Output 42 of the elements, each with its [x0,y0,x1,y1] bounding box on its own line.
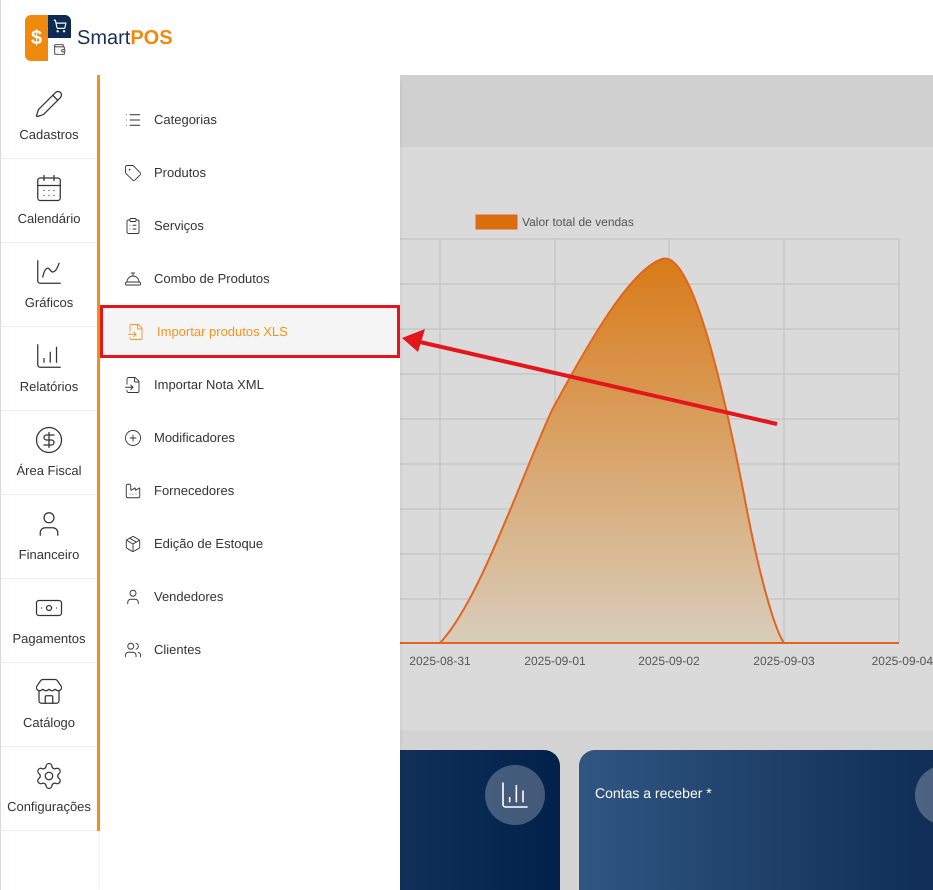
dollar-circle-icon [34,424,64,455]
submenu-item[interactable]: Categorias [100,93,400,146]
clipboard-icon [124,216,142,234]
submenu-item[interactable]: Importar Nota XML [100,358,400,411]
submenu-item[interactable]: Modificadores [100,411,400,464]
legend-label: Valor total de vendas [522,215,634,229]
bell-icon [124,270,142,288]
sidebar-item[interactable]: Calendário [1,159,97,243]
submenu-item[interactable]: Serviços [100,199,400,252]
axis-label: 2025-09-01 [524,654,586,668]
file-import-icon [124,376,142,394]
sidebar-item[interactable]: Área Fiscal [1,411,97,495]
submenu-item[interactable]: Clientes [100,623,400,676]
box-icon [124,534,142,552]
sidebar-item[interactable]: Configurações [1,747,97,831]
sidebar-item[interactable]: Cadastros [1,75,97,159]
submenu-item[interactable]: Produtos [100,146,400,199]
store-icon [34,676,64,707]
sidebar-item[interactable]: Pagamentos [1,579,97,663]
submenu-item[interactable]: Vendedores [100,570,400,623]
logo: $ SmartPOS [25,14,173,60]
factory-icon [124,482,142,500]
axis-label: 2025-08-31 [409,654,471,668]
submenu-item[interactable]: Edição de Estoque [100,517,400,570]
sidebar-item[interactable]: Catálogo [1,663,97,747]
tag-icon [124,164,142,182]
axis-label: 2025-09-03 [753,654,815,668]
legend-swatch [476,214,518,230]
submenu-item[interactable]: Combo de Produtos [100,252,400,305]
settings-icon [34,760,64,791]
axis-label: 2025-09-02 [638,654,700,668]
sidebar-item[interactable]: Financeiro [1,495,97,579]
calendar-icon [34,172,64,203]
submenu-item[interactable]: Fornecedores [100,464,400,517]
sidebar-item[interactable]: Gráficos [1,243,97,327]
people-icon [124,640,142,658]
file-import-icon [127,322,145,340]
pencil-icon [34,88,64,119]
sidebar-item[interactable]: Relatórios [1,327,97,411]
axis-label: 2025-09-04 [872,654,933,668]
plus-circle-icon [124,428,142,446]
stat-card: Contas a receber * [579,750,933,890]
